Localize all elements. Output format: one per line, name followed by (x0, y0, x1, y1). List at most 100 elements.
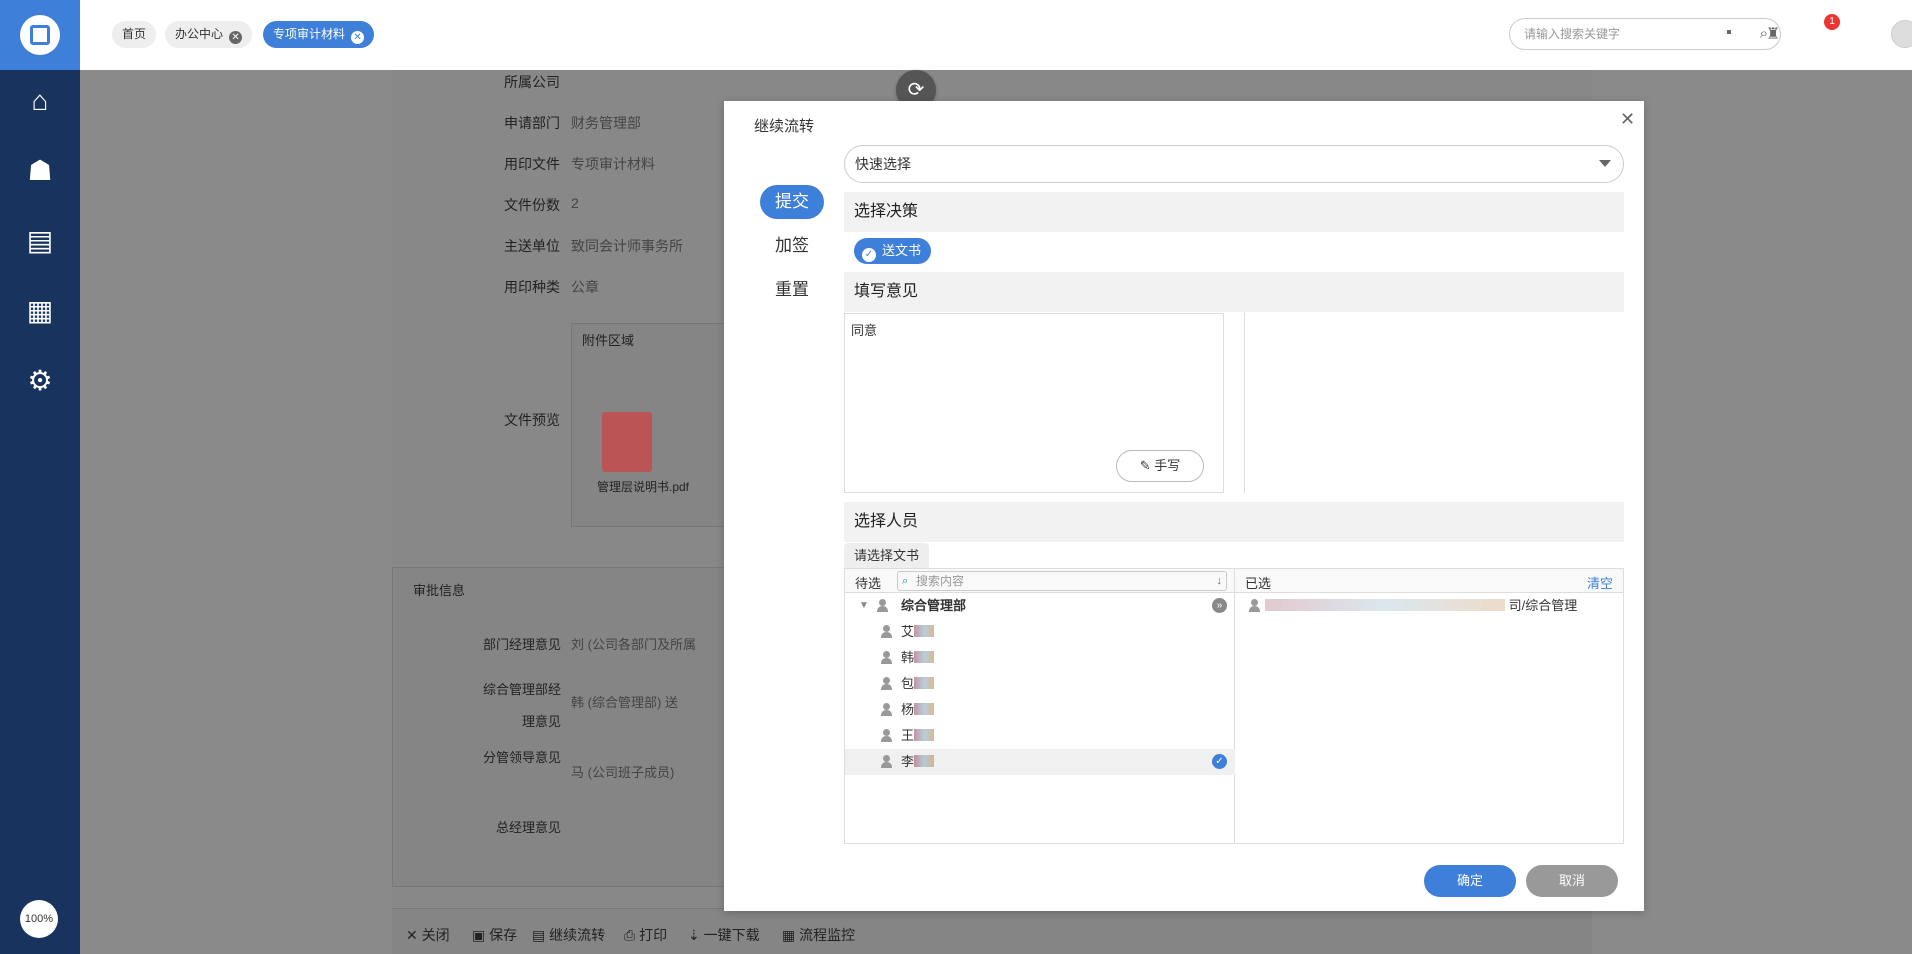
people-search-input[interactable]: ⌕ 搜索内容 ↓ (897, 571, 1227, 591)
person-item[interactable]: 包 (845, 671, 1235, 697)
person-icon (881, 625, 892, 639)
print-button[interactable]: ⎙ 打印 (624, 925, 667, 945)
news-icon[interactable]: ▤ (24, 225, 56, 257)
people-picker: 待选 ⌕ 搜索内容 ↓ ▼ 综合管理部 » 艾 韩 包 杨 王 李 ✓ 已选 清空 司… (844, 568, 1624, 844)
field-value: 2 (571, 195, 579, 211)
field-label: 文件份数 (504, 197, 560, 213)
quick-select-dropdown[interactable]: 快速选择 (844, 145, 1624, 183)
selected-item[interactable]: 司/综合管理 (1235, 593, 1623, 619)
message-icon[interactable]: ▪ (1726, 24, 1732, 42)
tab-label: 专项审计材料 (273, 27, 346, 41)
continue-flow-dialog: 继续流转 ✕ 提交 加签 重置 快速选择 选择决策 ✓ 送文书 填写意见 同意 ✎… (724, 101, 1644, 911)
tab-home[interactable]: 首页 (112, 21, 157, 48)
person-item-selected[interactable]: 李 ✓ (845, 749, 1235, 775)
button-label: 打印 (639, 927, 668, 943)
tab-label: 办公中心 (175, 27, 224, 41)
sidebar: ⌂ ☗ ▤ ▦ ⚙ 100% (0, 0, 80, 954)
selected-label: 已选 (1245, 576, 1272, 591)
attachment-area: 附件区域 管理层说明书.pdf (571, 323, 731, 527)
handwrite-label: 手写 (1154, 458, 1181, 473)
field-label: 主送单位 (504, 238, 560, 254)
people-search-placeholder: 搜索内容 (916, 574, 965, 588)
button-label: 关闭 (421, 927, 450, 943)
field-value: 专项审计材料 (571, 156, 655, 172)
person-name: 杨 (901, 697, 935, 723)
button-label: 继续流转 (549, 927, 606, 943)
zoom-level[interactable]: 100% (20, 900, 58, 938)
nav-submit[interactable]: 提交 (760, 185, 824, 219)
sort-icon[interactable]: ↓ (1217, 572, 1223, 590)
continue-flow-button[interactable]: ▤ 继续流转 (532, 925, 605, 945)
person-icon (881, 729, 892, 743)
user-screen-icon[interactable]: ☗ (24, 155, 56, 187)
approval-panel: 审批信息 部门经理意见 刘 (公司各部门及所属 综合管理部经理意见 韩 (综合管… (392, 567, 732, 887)
close-icon[interactable]: ✕ (229, 31, 243, 44)
approval-label: 总经理意见 (495, 820, 561, 835)
person-name: 艾 (901, 619, 935, 645)
button-label: 保存 (489, 927, 518, 943)
check-icon[interactable]: ✓ (1212, 754, 1227, 769)
pdf-file-icon[interactable] (602, 412, 652, 472)
field-label: 申请部门 (504, 115, 560, 131)
shirt-icon[interactable]: ♜ (1766, 24, 1780, 44)
people-section-title: 选择人员 (844, 502, 1624, 542)
pending-header: 待选 ⌕ 搜索内容 ↓ (845, 569, 1234, 593)
close-icon[interactable]: ✕ (1620, 109, 1635, 130)
search-input[interactable]: 请输入搜索关键字 ⌕ (1509, 18, 1781, 50)
search-placeholder: 请输入搜索关键字 (1524, 27, 1621, 41)
home-icon[interactable]: ⌂ (24, 85, 56, 117)
approval-label: 部门经理意见 (482, 637, 561, 652)
attachment-file-name[interactable]: 管理层说明书.pdf (578, 478, 708, 495)
save-button[interactable]: ▣ 保存 (472, 925, 517, 945)
chevron-down-icon (1599, 160, 1611, 167)
tab-select-document[interactable]: 请选择文书 (844, 543, 930, 569)
user-settings-icon[interactable]: ⚙ (24, 365, 56, 397)
tree-department[interactable]: ▼ 综合管理部 » (845, 593, 1235, 619)
clear-button[interactable]: 清空 (1587, 573, 1613, 592)
field-value: 公章 (571, 279, 599, 295)
person-item[interactable]: 王 (845, 723, 1235, 749)
tab-office-center[interactable]: 办公中心 ✕ (165, 21, 253, 48)
caret-down-icon[interactable]: ▼ (859, 593, 869, 619)
decision-option-send[interactable]: ✓ 送文书 (854, 238, 932, 264)
decision-option-label: 送文书 (882, 243, 922, 258)
download-all-button[interactable]: ⇣ 一键下载 (688, 925, 760, 945)
approval-value: 刘 (公司各部门及所属 (571, 637, 696, 652)
person-icon (881, 703, 892, 717)
tab-audit-material[interactable]: 专项审计材料 ✕ (263, 21, 375, 48)
person-icon (881, 677, 892, 691)
decision-section-title: 选择决策 (844, 192, 1624, 232)
opinion-section-title: 填写意见 (844, 272, 1624, 312)
person-item[interactable]: 艾 (845, 619, 1235, 645)
person-item[interactable]: 杨 (845, 697, 1235, 723)
handwrite-button[interactable]: ✎ 手写 (1116, 450, 1204, 482)
tab-label: 首页 (122, 27, 147, 41)
close-icon[interactable]: ✕ (351, 31, 365, 44)
calendar-icon[interactable]: ▦ (24, 295, 56, 327)
person-item[interactable]: 韩 (845, 645, 1235, 671)
approval-value: 马 (公司班子成员) (571, 765, 675, 780)
cancel-button[interactable]: 取消 (1526, 865, 1618, 897)
field-value: 财务管理部 (571, 115, 641, 131)
avatar[interactable] (1891, 20, 1912, 48)
confirm-button[interactable]: 确定 (1424, 865, 1516, 897)
select-all-icon[interactable]: » (1212, 598, 1227, 613)
divider (1244, 313, 1245, 493)
button-label: 一键下载 (703, 927, 760, 943)
field-label: 文件预览 (504, 412, 560, 428)
nav-add-sign[interactable]: 加签 (760, 229, 824, 263)
app-logo-icon[interactable] (0, 0, 80, 70)
selected-list: 已选 清空 司/综合管理 (1235, 569, 1623, 843)
field-label: 用印文件 (504, 156, 560, 172)
nav-reset[interactable]: 重置 (760, 273, 824, 307)
person-name: 韩 (901, 645, 935, 671)
attachment-title: 附件区域 (582, 333, 635, 348)
pending-list: 待选 ⌕ 搜索内容 ↓ ▼ 综合管理部 » 艾 韩 包 杨 王 李 ✓ (845, 569, 1235, 843)
search-icon: ⌕ (902, 575, 909, 587)
field-value: 致同会计师事务所 (571, 238, 683, 254)
approval-label: 分管领导意见 (482, 750, 561, 765)
bottom-toolbar: ✕ 关闭 ▣ 保存 ▤ 继续流转 ⎙ 打印 ⇣ 一键下载 ▦ 流程监控 (392, 908, 1592, 954)
flow-monitor-button[interactable]: ▦ 流程监控 (782, 925, 855, 945)
close-button[interactable]: ✕ 关闭 (406, 925, 450, 945)
field-label: 用印种类 (504, 279, 560, 295)
